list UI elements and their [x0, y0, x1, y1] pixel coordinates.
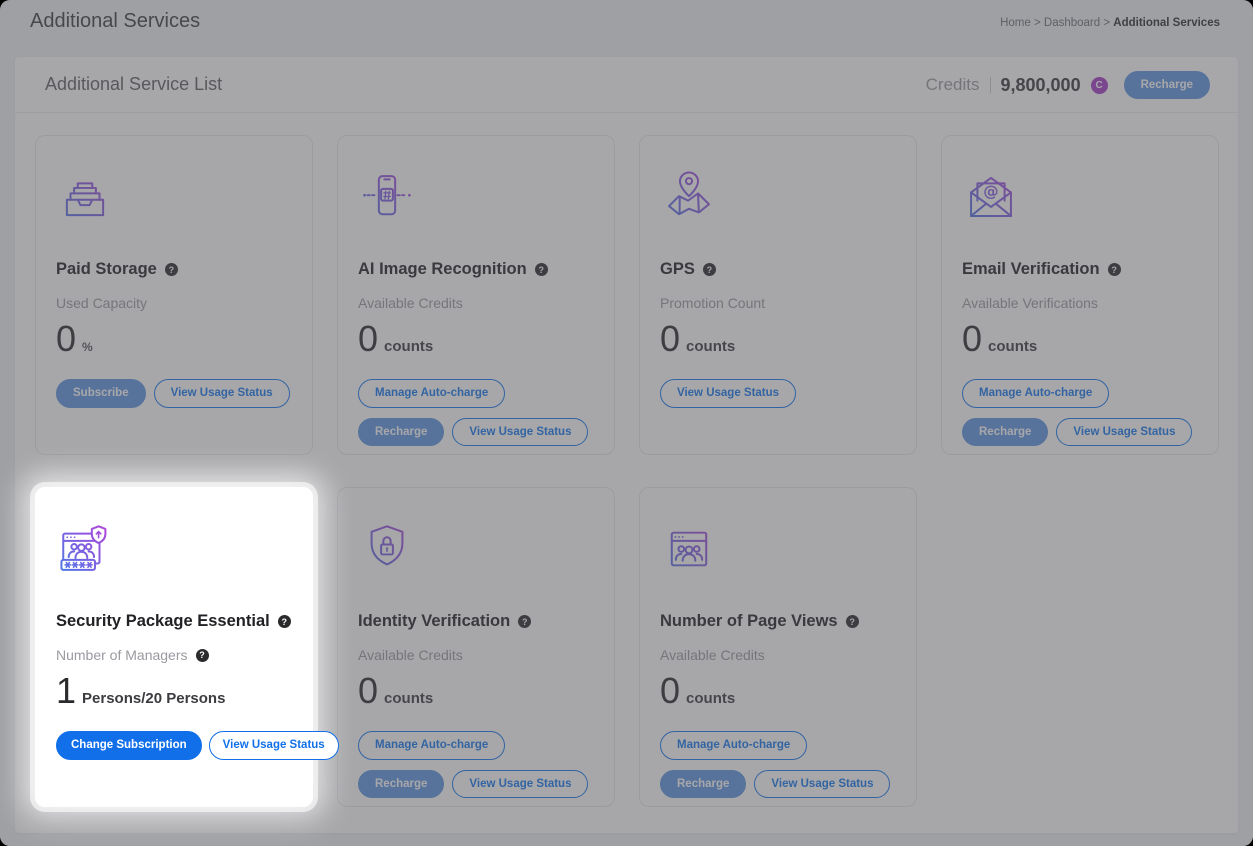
- card-title: Security Package Essential: [56, 612, 270, 631]
- metric-value: 1: [56, 673, 76, 709]
- metric-label: Number of Managers: [56, 647, 188, 663]
- view-usage-status-button[interactable]: View Usage Status: [209, 731, 339, 760]
- card-security-package-essential: Security Package Essential ? Number of M…: [35, 487, 313, 807]
- metric-value-suffix: Persons/20 Persons: [82, 690, 225, 707]
- screen: Additional Services Home > Dashboard > A…: [0, 0, 1253, 846]
- info-icon[interactable]: ?: [278, 615, 291, 628]
- info-icon[interactable]: ?: [196, 649, 209, 662]
- card-buttons: Change SubscriptionView Usage Status: [56, 731, 296, 760]
- window-people-shield-icon: [56, 520, 116, 578]
- change-subscription-button[interactable]: Change Subscription: [56, 731, 202, 760]
